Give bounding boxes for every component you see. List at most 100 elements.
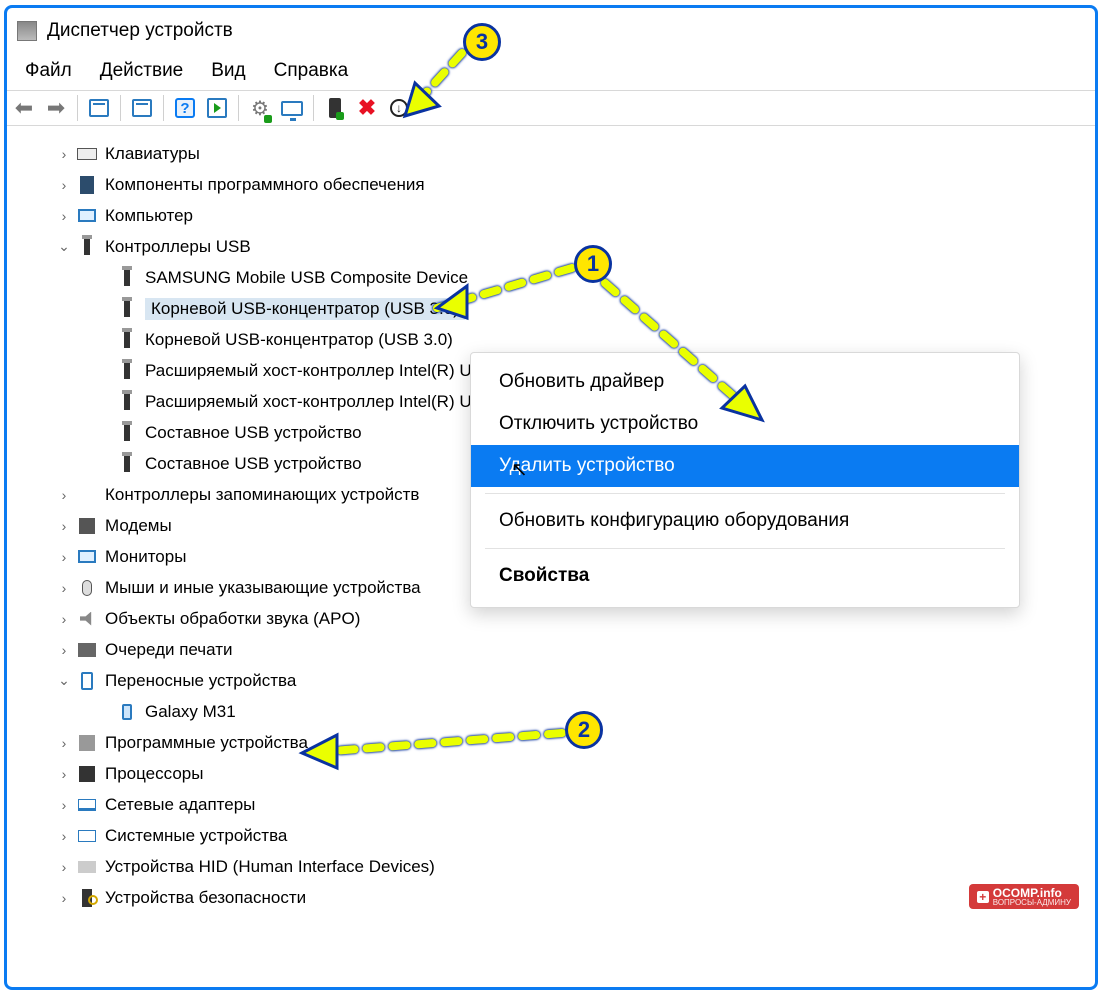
tree-row[interactable]: Корневой USB-концентратор (USB 3.0): [7, 324, 1095, 355]
expand-icon[interactable]: ›: [55, 146, 73, 162]
tree-item-label: Очереди печати: [105, 640, 233, 660]
tree-row[interactable]: Корневой USB-концентратор (USB 3.0): [7, 293, 1095, 324]
tree-item-label: Расширяемый хост-контроллер Intel(R) USB…: [145, 392, 523, 412]
tree-row[interactable]: Galaxy M31: [7, 696, 1095, 727]
tree-row[interactable]: › Процессоры: [7, 758, 1095, 789]
watermark-sub: ВОПРОСЫ-АДМИНУ: [993, 898, 1071, 907]
title-bar: Диспетчер устройств: [7, 8, 1095, 52]
device-icon: [117, 361, 137, 381]
ctx-separator: [485, 493, 1005, 494]
expand-icon[interactable]: ›: [55, 208, 73, 224]
expand-icon[interactable]: ›: [55, 549, 73, 565]
tree-item-label: Объекты обработки звука (APO): [105, 609, 360, 629]
tree-item-label: Сетевые адаптеры: [105, 795, 255, 815]
tree-row[interactable]: ⌄ Переносные устройства: [7, 665, 1095, 696]
expand-icon[interactable]: ›: [55, 580, 73, 596]
device-icon: [77, 144, 97, 164]
ctx-remove-label: Удалить устройство: [499, 455, 675, 476]
expand-icon[interactable]: ›: [55, 890, 73, 906]
expand-icon[interactable]: ›: [55, 859, 73, 875]
tree-item-label: Переносные устройства: [105, 671, 296, 691]
device-icon: [117, 423, 137, 443]
collapse-icon[interactable]: ⌄: [55, 672, 73, 689]
disable-button[interactable]: ↓: [386, 95, 412, 121]
menu-file[interactable]: Файл: [25, 60, 72, 82]
forward-button[interactable]: ➡: [43, 95, 69, 121]
annotation-badge-3: 3: [463, 23, 501, 61]
device-icon: [77, 485, 97, 505]
app-icon: [17, 21, 37, 41]
device-icon: [117, 330, 137, 350]
scan-hardware-button[interactable]: [279, 95, 305, 121]
properties-button[interactable]: [129, 95, 155, 121]
device-icon: [77, 671, 97, 691]
tree-item-label: Корневой USB-концентратор (USB 3.0): [151, 299, 459, 318]
menu-help[interactable]: Справка: [274, 60, 349, 82]
show-hidden-button[interactable]: [86, 95, 112, 121]
tree-item-label: Корневой USB-концентратор (USB 3.0): [145, 330, 453, 350]
ctx-properties[interactable]: Свойства: [471, 555, 1019, 597]
tree-item-label: Системные устройства: [105, 826, 287, 846]
menu-view[interactable]: Вид: [211, 60, 245, 82]
expand-icon[interactable]: ›: [55, 797, 73, 813]
device-icon: [77, 795, 97, 815]
add-legacy-button[interactable]: [322, 95, 348, 121]
tree-item-label: Клавиатуры: [105, 144, 200, 164]
device-icon: [117, 392, 137, 412]
tree-item-label: Контроллеры запоминающих устройств: [105, 485, 419, 505]
expand-icon[interactable]: ›: [55, 177, 73, 193]
expand-icon[interactable]: ›: [55, 611, 73, 627]
annotation-badge-2: 2: [565, 711, 603, 749]
ctx-disable-device[interactable]: Отключить устройство: [471, 403, 1019, 445]
tree-item-label: Программные устройства: [105, 733, 308, 753]
tree-item-label: Модемы: [105, 516, 172, 536]
device-icon: [77, 857, 97, 877]
device-icon: [77, 733, 97, 753]
device-icon: [117, 299, 137, 319]
expand-icon[interactable]: ›: [55, 735, 73, 751]
device-icon: [77, 764, 97, 784]
tree-item-label: Процессоры: [105, 764, 203, 784]
tree-row[interactable]: › Устройства HID (Human Interface Devices…: [7, 851, 1095, 882]
back-button[interactable]: ⬅: [11, 95, 37, 121]
expand-icon[interactable]: ›: [55, 642, 73, 658]
tree-row[interactable]: › Системные устройства: [7, 820, 1095, 851]
help-button[interactable]: ?: [172, 95, 198, 121]
tree-item-label: Устройства HID (Human Interface Devices): [105, 857, 435, 877]
menu-action[interactable]: Действие: [100, 60, 184, 82]
tree-item-label: Мониторы: [105, 547, 186, 567]
device-icon: [77, 175, 97, 195]
uninstall-button[interactable]: ✖: [354, 95, 380, 121]
tree-row[interactable]: ›Компьютер: [7, 200, 1095, 231]
tree-row[interactable]: › Очереди печати: [7, 634, 1095, 665]
collapse-icon[interactable]: ⌄: [55, 238, 73, 255]
ctx-remove-device[interactable]: Удалить устройство ↖: [471, 445, 1019, 487]
tree-item-label: Galaxy M31: [145, 702, 236, 722]
update-driver-button[interactable]: ⚙: [247, 95, 273, 121]
tree-row[interactable]: › Клавиатуры: [7, 138, 1095, 169]
tree-item-label: Контроллеры USB: [105, 237, 251, 257]
tree-item-label: Расширяемый хост-контроллер Intel(R) USB…: [145, 361, 523, 381]
tree-item-label: Мыши и иные указывающие устройства: [105, 578, 421, 598]
tree-row[interactable]: ⌄ Контроллеры USB: [7, 231, 1095, 262]
device-icon: [117, 702, 137, 722]
tree-row[interactable]: › Программные устройства: [7, 727, 1095, 758]
ctx-update-driver[interactable]: Обновить драйвер: [471, 361, 1019, 403]
tree-row[interactable]: ›Компоненты программного обеспечения: [7, 169, 1095, 200]
tree-row[interactable]: SAMSUNG Mobile USB Composite Device: [7, 262, 1095, 293]
ctx-rescan[interactable]: Обновить конфигурацию оборудования: [471, 500, 1019, 542]
tree-row[interactable]: › Сетевые адаптеры: [7, 789, 1095, 820]
tree-row[interactable]: › Устройства безопасности: [7, 882, 1095, 913]
device-icon: [77, 237, 97, 257]
device-icon: [117, 454, 137, 474]
tree-item-label: Устройства безопасности: [105, 888, 306, 908]
tree-item-label: Составное USB устройство: [145, 423, 362, 443]
device-icon: [77, 640, 97, 660]
device-icon: [77, 578, 97, 598]
expand-icon[interactable]: ›: [55, 828, 73, 844]
expand-icon[interactable]: ›: [55, 766, 73, 782]
watermark: + OCOMP.info ВОПРОСЫ-АДМИНУ: [969, 884, 1079, 909]
expand-icon[interactable]: ›: [55, 518, 73, 534]
refresh-button[interactable]: [204, 95, 230, 121]
expand-icon[interactable]: ›: [55, 487, 73, 503]
